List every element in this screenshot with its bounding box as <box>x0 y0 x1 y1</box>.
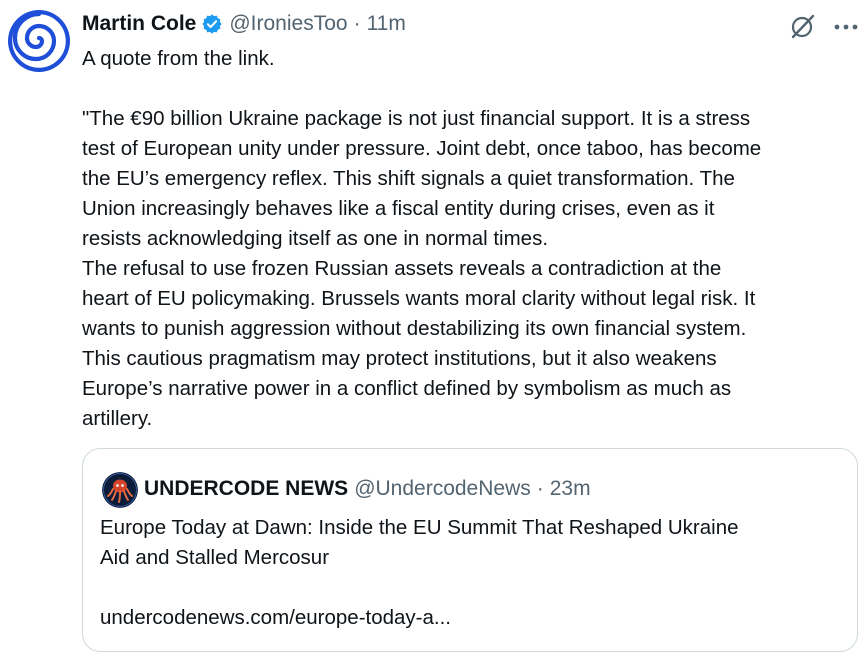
post-line: "The €90 billion Ukraine package is not … <box>82 107 751 130</box>
author-name[interactable]: Martin Cole <box>82 12 196 36</box>
quoted-author-name[interactable]: UNDERCODE NEWS <box>144 477 348 501</box>
quoted-post-card[interactable]: UNDERCODE NEWS @UndercodeNews · 23m Euro… <box>82 448 858 652</box>
post-header: Martin Cole @IroniesToo · 11m <box>82 8 406 40</box>
post-line-gap <box>82 74 857 104</box>
post-line: heart of EU policymaking. Brussels wants… <box>82 287 756 310</box>
post-time[interactable]: 11m <box>367 12 406 36</box>
post-line: The refusal to use frozen Russian assets… <box>82 257 722 280</box>
post-line: Union increasingly behaves like a fiscal… <box>82 197 715 220</box>
quoted-post-text: Europe Today at Dawn: Inside the EU Summ… <box>100 513 845 633</box>
more-dots-icon[interactable] <box>833 12 859 40</box>
post-line: resists acknowledging itself as one in n… <box>82 227 549 250</box>
quoted-line: Aid and Stalled Mercosur <box>100 546 330 569</box>
post-line: the EU’s emergency reflex. This shift si… <box>82 167 735 190</box>
post-line: A quote from the link. <box>82 47 275 70</box>
post-line: test of European unity under pressure. J… <box>82 137 762 160</box>
quoted-line: Europe Today at Dawn: Inside the EU Summ… <box>100 516 739 539</box>
post-line: artillery. <box>82 407 153 430</box>
quoted-post-header: UNDERCODE NEWS @UndercodeNews · 23m <box>144 473 591 505</box>
author-handle[interactable]: @IroniesToo <box>229 12 347 36</box>
author-avatar[interactable] <box>8 10 70 72</box>
post-line: wants to punish aggression without desta… <box>82 317 747 340</box>
quoted-line-gap <box>100 573 845 603</box>
separator-dot: · <box>353 12 361 35</box>
grok-icon[interactable] <box>789 12 817 40</box>
quoted-author-handle[interactable]: @UndercodeNews <box>354 477 531 501</box>
post-text: A quote from the link. "The €90 billion … <box>82 44 857 434</box>
quoted-author-avatar[interactable] <box>102 472 138 508</box>
quoted-link[interactable]: undercodenews.com/europe-today-a... <box>100 603 845 633</box>
post-line: Europe’s narrative power in a conflict d… <box>82 377 732 400</box>
post-line: This cautious pragmatism may protect ins… <box>82 347 717 370</box>
verified-badge-icon[interactable] <box>201 13 223 35</box>
tweet: Martin Cole @IroniesToo · 11m A quote fr… <box>0 0 865 662</box>
quoted-post-time[interactable]: 23m <box>550 477 591 501</box>
separator-dot: · <box>536 477 544 500</box>
